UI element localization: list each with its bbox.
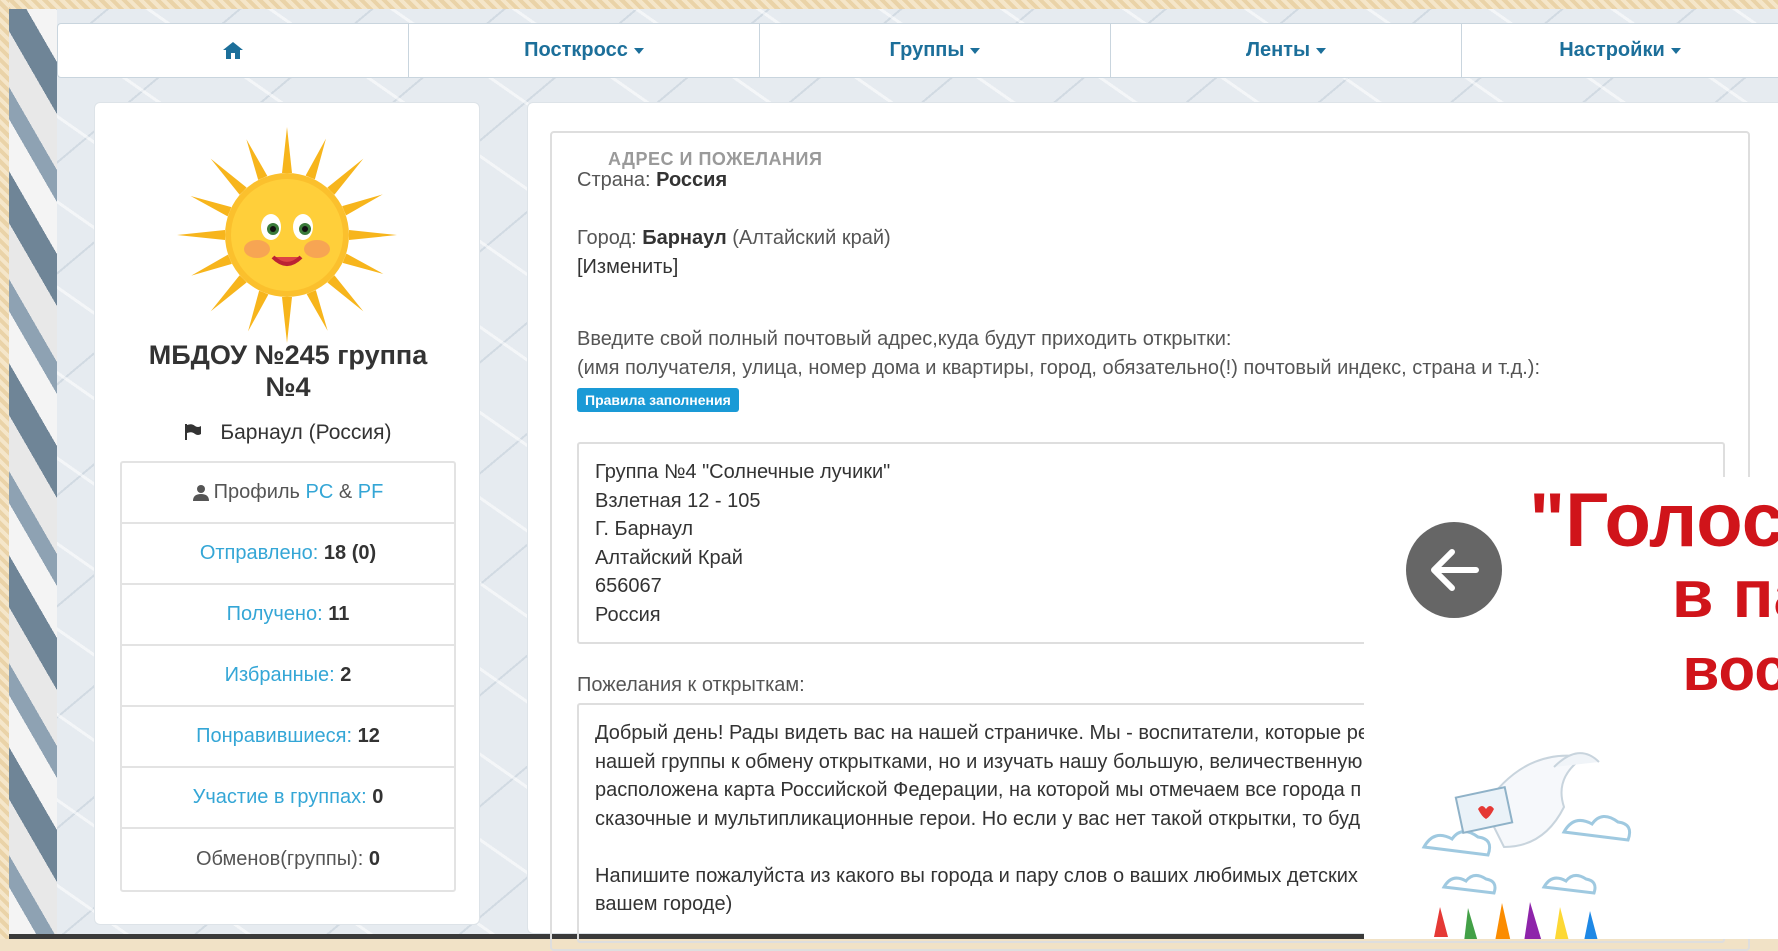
- nav-feeds-label: Ленты: [1245, 39, 1311, 61]
- page-frame-left: [0, 0, 9, 939]
- city-region: (Алтайский край): [732, 227, 891, 249]
- stat-sent-extra: (0): [351, 542, 377, 564]
- stat-favorites[interactable]: Избранные: 2: [122, 646, 454, 707]
- profile-location-text: Барнаул (Россия): [220, 421, 392, 444]
- profile-amp: &: [338, 481, 353, 503]
- stat-sent-label: Отправлено:: [199, 542, 319, 564]
- stat-received[interactable]: Получено: 11: [122, 585, 454, 646]
- overlay-title-line3: восп: [1682, 636, 1778, 703]
- stat-groups[interactable]: Участие в группах: 0: [122, 768, 454, 829]
- profile-panel: МБДОУ №245 группа №4 Барнаул (Россия) Пр…: [94, 102, 480, 925]
- stat-sent[interactable]: Отправлено: 18 (0): [122, 524, 454, 585]
- stat-groups-label: Участие в группах:: [192, 786, 367, 808]
- main-navbar: Посткросс Группы Ленты Настройки: [57, 23, 1778, 78]
- envelopes-decoration: [9, 9, 57, 939]
- nav-groups-label: Группы: [889, 39, 965, 61]
- profile-name: МБДОУ №245 группа №4: [95, 339, 481, 403]
- stat-profile: Профиль PC & PF: [122, 463, 454, 524]
- nav-feeds[interactable]: Ленты: [1111, 24, 1462, 77]
- stat-liked-label: Понравившиеся:: [196, 725, 353, 747]
- sun-avatar: [177, 127, 397, 343]
- wishes-label: Пожелания к открыткам:: [577, 674, 805, 696]
- stat-received-value: 11: [328, 603, 350, 625]
- user-icon: [192, 485, 209, 501]
- caret-down-icon: [633, 47, 644, 54]
- flag-icon: [185, 424, 202, 440]
- nav-home[interactable]: [58, 24, 409, 77]
- stat-favorites-label: Избранные:: [224, 664, 335, 686]
- caret-down-icon: [1316, 47, 1327, 54]
- profile-name-line2: №4: [265, 372, 311, 402]
- page-frame-top: [0, 0, 1778, 9]
- stat-groups-value: 0: [372, 786, 384, 808]
- profile-name-line1: МБДОУ №245 группа: [148, 340, 428, 370]
- country-label: Страна:: [577, 169, 651, 191]
- nav-settings[interactable]: Настройки: [1462, 24, 1778, 77]
- stat-favorites-value: 2: [340, 664, 352, 686]
- caret-down-icon: [1670, 47, 1681, 54]
- stat-exchanges-label: Обменов(группы):: [195, 848, 364, 870]
- dove-illustration: [1421, 752, 1632, 939]
- nav-postcross-label: Посткросс: [524, 39, 628, 61]
- overlay-back-button[interactable]: [1406, 522, 1502, 618]
- overlay-title-line2: в патри: [1671, 556, 1778, 632]
- address-instruction-2: (имя получателя, улица, номер дома и ква…: [577, 357, 1541, 379]
- city-line: Город: Барнаул (Алтайский край): [577, 227, 891, 250]
- profile-stats: Профиль PC & PF Отправлено: 18 (0) Получ…: [120, 461, 456, 892]
- nav-groups[interactable]: Группы: [760, 24, 1111, 77]
- home-icon: [223, 42, 243, 59]
- change-city-link[interactable]: [Изменить]: [577, 256, 678, 279]
- nav-postcross[interactable]: Посткросс: [409, 24, 760, 77]
- stat-liked-value: 12: [357, 725, 380, 747]
- stat-sent-value: 18: [323, 542, 347, 564]
- stat-liked[interactable]: Понравившиеся: 12: [122, 707, 454, 768]
- country-value: Россия: [656, 169, 728, 191]
- caret-down-icon: [970, 47, 981, 54]
- stat-received-label: Получено:: [226, 603, 323, 625]
- stat-exchanges-value: 0: [368, 848, 381, 870]
- profile-pc-link[interactable]: PC: [306, 481, 334, 504]
- nav-settings-label: Настройки: [1559, 39, 1665, 61]
- city-label: Город:: [577, 227, 637, 249]
- profile-pf-link[interactable]: PF: [358, 481, 384, 504]
- overlay-title-line1: "Голос: [1529, 478, 1778, 563]
- promo-overlay: "Голос в патри восп: [1364, 477, 1778, 939]
- profile-location: Барнаул (Россия): [95, 421, 481, 445]
- stat-exchanges: Обменов(группы): 0: [122, 829, 454, 890]
- stat-profile-label: Профиль: [213, 481, 300, 503]
- country-line: Страна: Россия: [577, 169, 727, 192]
- fieldset-legend: АДРЕС И ПОЖЕЛАНИЯ: [592, 149, 839, 170]
- address-instruction-1: Введите свой полный почтовый адрес,куда …: [577, 328, 1232, 350]
- arrow-left-icon: [1431, 549, 1479, 591]
- city-value: Барнаул: [642, 227, 727, 249]
- rules-button[interactable]: Правила заполнения: [577, 388, 739, 412]
